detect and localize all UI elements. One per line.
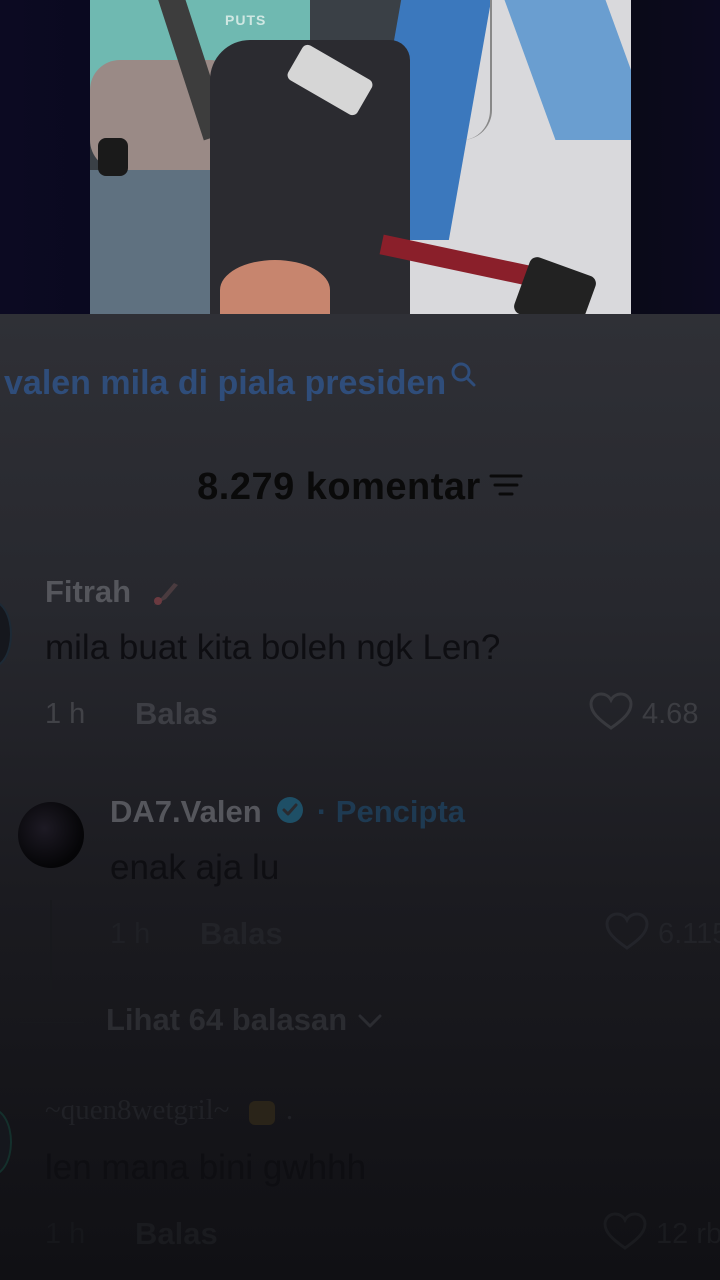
- rocket-emoji-icon: [148, 579, 182, 609]
- thread-divider: [20, 1022, 84, 1023]
- avatar[interactable]: [0, 600, 12, 668]
- comment-item: ~quen8wetgril~ . len mana bini gwhhh 1 h…: [0, 1090, 720, 1280]
- like-count: 6.115: [658, 918, 720, 950]
- search-suggestion[interactable]: valen mila di piala presiden: [0, 358, 476, 408]
- reply-button[interactable]: Balas: [200, 916, 283, 952]
- verified-icon: [276, 796, 304, 832]
- view-replies-button[interactable]: Lihat 64 balasan: [106, 1002, 383, 1038]
- like-count: 12 rb: [656, 1218, 720, 1250]
- comment-user-row[interactable]: Fitrah: [45, 574, 182, 610]
- reply-text: enak aja lu: [110, 848, 280, 887]
- comment-text: len mana bini gwhhh: [45, 1148, 367, 1187]
- comment-text: mila buat kita boleh ngk Len?: [45, 628, 501, 667]
- shirt-text: PUTS: [225, 12, 267, 28]
- avatar[interactable]: [0, 1108, 12, 1176]
- reply-time: 1 h: [110, 918, 151, 950]
- search-query[interactable]: valen mila di piala presiden: [0, 364, 446, 403]
- video-player[interactable]: PUTS: [0, 0, 720, 314]
- thread-line: [50, 900, 52, 990]
- like-button[interactable]: 4.68: [588, 692, 698, 737]
- video-frame[interactable]: PUTS: [90, 0, 631, 314]
- reply-item: DA7.Valen · Pencipta enak aja lu 1 h Bal…: [0, 790, 720, 990]
- creator-label: · Pencipta: [316, 794, 466, 829]
- heart-icon[interactable]: [588, 692, 634, 737]
- comment-time: 1 h: [45, 1218, 86, 1250]
- search-icon[interactable]: [450, 361, 476, 392]
- emoji-icon: [245, 1097, 279, 1127]
- comment-username[interactable]: Fitrah: [45, 574, 131, 609]
- view-replies-label[interactable]: Lihat 64 balasan: [106, 1002, 347, 1038]
- chevron-down-icon[interactable]: [357, 1002, 383, 1038]
- reply-button[interactable]: Balas: [135, 1216, 218, 1252]
- reply-button[interactable]: Balas: [135, 696, 218, 732]
- comments-sheet: valen mila di piala presiden 8.279 komen…: [0, 314, 720, 1280]
- reply-user-row[interactable]: DA7.Valen · Pencipta: [110, 794, 465, 832]
- video-content: [98, 138, 128, 176]
- comment-time: 1 h: [45, 698, 86, 730]
- like-count: 4.68: [642, 698, 699, 730]
- filter-icon[interactable]: [489, 472, 523, 503]
- comment-user-row[interactable]: ~quen8wetgril~ .: [45, 1094, 293, 1127]
- video-content: [220, 260, 330, 314]
- comments-header: 8.279 komentar: [0, 466, 720, 509]
- heart-icon[interactable]: [602, 1212, 648, 1257]
- video-content: [450, 0, 492, 140]
- heart-icon[interactable]: [604, 912, 650, 957]
- avatar[interactable]: [18, 802, 84, 868]
- comment-username[interactable]: ~quen8wetgril~: [45, 1094, 229, 1126]
- reply-username[interactable]: DA7.Valen: [110, 794, 262, 829]
- like-button[interactable]: 12 rb: [602, 1212, 720, 1257]
- comment-item: Fitrah mila buat kita boleh ngk Len? 1 h…: [0, 570, 720, 750]
- username-suffix: .: [285, 1094, 294, 1126]
- comment-count: 8.279 komentar: [197, 466, 481, 508]
- like-button[interactable]: 6.115: [604, 912, 720, 957]
